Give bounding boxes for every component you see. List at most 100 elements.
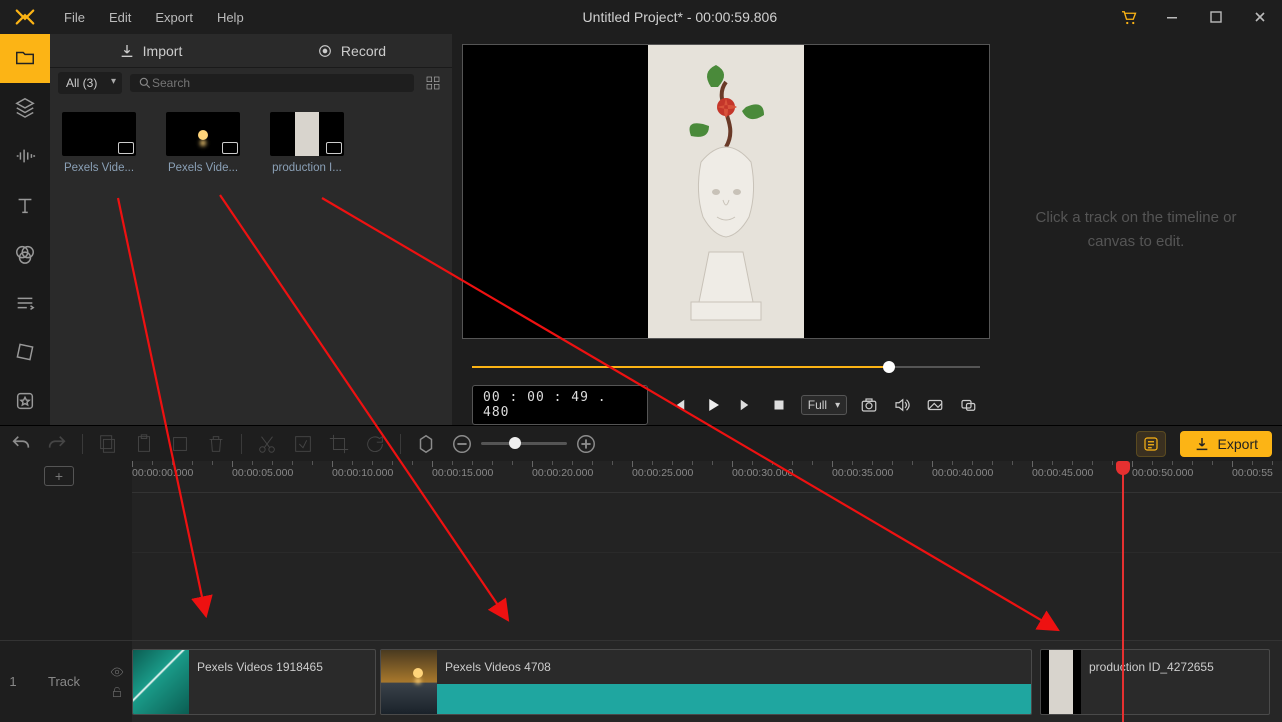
clip-1[interactable]: Pexels Videos 4708 (380, 649, 1032, 715)
timeline-canvas[interactable]: 00:00:00.000 00:00:05.000 00:00:10.000 00:0… (132, 461, 1282, 722)
add-track-button[interactable]: + (44, 466, 74, 486)
maximize-button[interactable] (1194, 0, 1238, 34)
video-badge-icon (326, 142, 342, 154)
media-label-1: Pexels Vide... (163, 162, 243, 174)
search-icon (138, 76, 152, 90)
copy-button[interactable] (97, 433, 119, 455)
video-badge-icon (222, 142, 238, 154)
media-search[interactable] (130, 74, 414, 92)
ruler-tick: 00:00:10.000 (332, 467, 393, 479)
sidebar-filters-icon[interactable] (0, 230, 50, 279)
media-thumb-0 (62, 112, 136, 156)
timeline-toolbar: Export (0, 425, 1282, 461)
zoom-in-button[interactable] (575, 433, 597, 455)
record-icon (317, 43, 333, 59)
tab-record-label: Record (341, 43, 386, 59)
cut-button[interactable] (169, 433, 191, 455)
play-button[interactable] (701, 393, 724, 417)
sidebar-transitions-icon[interactable] (0, 278, 50, 327)
delete-button[interactable] (205, 433, 227, 455)
split-button[interactable] (256, 433, 278, 455)
media-item-0[interactable]: Pexels Vide... (58, 112, 140, 174)
media-label-2: production I... (267, 162, 347, 174)
ruler-tick: 00:00:05.000 (232, 467, 293, 479)
rotate-button[interactable] (364, 433, 386, 455)
track-name: Track (26, 674, 102, 689)
playhead[interactable] (1122, 461, 1124, 722)
tab-import-label: Import (143, 43, 183, 59)
clip-audio-wave (437, 684, 1031, 714)
redo-button[interactable] (46, 433, 68, 455)
ruler-tick: 00:00:25.000 (632, 467, 693, 479)
cart-icon[interactable] (1106, 0, 1150, 34)
volume-button[interactable] (890, 393, 913, 417)
export-button[interactable]: Export (1180, 431, 1272, 457)
video-badge-icon (118, 142, 134, 154)
scrubber-handle[interactable] (883, 361, 895, 373)
ruler-tick: 00:00:40.000 (932, 467, 993, 479)
marker-button[interactable] (415, 433, 437, 455)
ruler-tick: 00:00:15.000 (432, 467, 493, 479)
zoom-out-button[interactable] (451, 433, 473, 455)
clip-0[interactable]: Pexels Videos 1918465 (132, 649, 376, 715)
sidebar-layers-icon[interactable] (0, 83, 50, 132)
aspect-button[interactable] (924, 393, 947, 417)
snapshot-button[interactable] (857, 393, 880, 417)
ruler-tick: 00:00:00.000 (132, 467, 193, 479)
timecode-display: 00 : 00 : 49 . 480 (472, 385, 648, 425)
export-label: Export (1218, 436, 1258, 452)
export-icon (1194, 436, 1210, 452)
undo-button[interactable] (10, 433, 32, 455)
next-frame-button[interactable] (734, 393, 757, 417)
menu-help[interactable]: Help (207, 6, 254, 29)
track-headers: + 1 Track (0, 461, 132, 722)
paste-button[interactable] (133, 433, 155, 455)
tab-import[interactable]: Import (50, 34, 251, 68)
track-row-1[interactable]: Pexels Videos 1918465Pexels Videos 4708 p… (132, 640, 1282, 722)
preview-area: 00 : 00 : 49 . 480 Full ▾ Click a track … (452, 34, 1282, 425)
speed-button[interactable] (292, 433, 314, 455)
main-menu: File Edit Export Help (54, 6, 254, 29)
sidebar-audio-icon[interactable] (0, 132, 50, 181)
media-item-1[interactable]: Pexels Vide... (162, 112, 244, 174)
crop-button[interactable] (328, 433, 350, 455)
media-search-input[interactable] (152, 76, 406, 90)
prev-frame-button[interactable] (668, 393, 691, 417)
tab-record[interactable]: Record (251, 34, 452, 68)
media-panel: Import Record All (3) (50, 34, 452, 425)
sidebar-media-icon[interactable] (0, 34, 50, 83)
timeline-ruler[interactable]: 00:00:00.000 00:00:05.000 00:00:10.000 00:0… (132, 461, 1282, 493)
track-visibility-icon[interactable] (110, 665, 124, 679)
track-lock-icon[interactable] (110, 685, 124, 699)
sidebar-elements-icon[interactable] (0, 327, 50, 376)
clip-2[interactable]: production ID_4272655 (1040, 649, 1270, 715)
timeline-zoom (451, 433, 597, 455)
stop-button[interactable] (768, 393, 791, 417)
title-bar: File Edit Export Help Untitled Project* … (0, 0, 1282, 34)
track-header-1[interactable]: 1 Track (0, 640, 132, 722)
fullscreen-button[interactable] (957, 393, 980, 417)
close-button[interactable] (1238, 0, 1282, 34)
preview-size-label: Full (808, 398, 827, 412)
minimize-button[interactable] (1150, 0, 1194, 34)
clip-title: production ID_4272655 (1089, 660, 1214, 674)
clip-thumb (133, 650, 189, 714)
media-label-0: Pexels Vide... (59, 162, 139, 174)
preview-scrubber[interactable] (472, 357, 980, 377)
zoom-slider[interactable] (481, 442, 567, 445)
preview-canvas[interactable] (462, 44, 990, 339)
sidebar-text-icon[interactable] (0, 181, 50, 230)
clip-thumb (381, 650, 437, 714)
media-filter-select[interactable]: All (3) (58, 72, 122, 94)
sidebar-favorites-icon[interactable] (0, 376, 50, 425)
ruler-tick: 00:00:20.000 (532, 467, 593, 479)
preset-button[interactable] (1136, 431, 1166, 457)
media-item-2[interactable]: production I... (266, 112, 348, 174)
menu-file[interactable]: File (54, 6, 95, 29)
preview-size-select[interactable]: Full ▾ (801, 395, 847, 415)
menu-edit[interactable]: Edit (99, 6, 141, 29)
grid-view-icon[interactable] (422, 72, 444, 94)
menu-export[interactable]: Export (145, 6, 203, 29)
ruler-tick: 00:00:45.000 (1032, 467, 1093, 479)
window-title: Untitled Project* - 00:00:59.806 (254, 9, 1106, 25)
